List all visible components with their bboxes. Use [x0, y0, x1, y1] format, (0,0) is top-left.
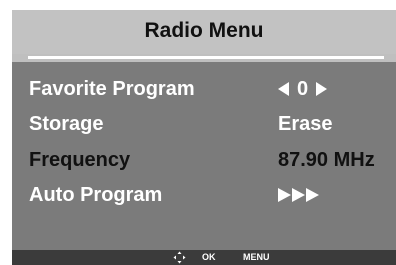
menu-hint-label: MENU [243, 252, 270, 262]
triangle-left-icon[interactable] [278, 82, 289, 96]
footer-hints: OK MENU [12, 250, 396, 265]
title-bar: Radio Menu [12, 10, 396, 54]
menu-row-auto-program[interactable]: Auto Program [12, 180, 396, 210]
dpad-arrows-icon [173, 251, 186, 264]
triangle-right-icon [278, 188, 291, 202]
triple-triangle-right-icon[interactable] [278, 180, 319, 210]
title-divider [28, 56, 384, 59]
frequency-label: Frequency [29, 149, 131, 171]
radio-menu-osd: Radio Menu Favorite Program 0 Storage Er… [12, 10, 396, 265]
menu-row-favorite-program[interactable]: Favorite Program 0 [12, 74, 396, 104]
frequency-value: 87.90 MHz [278, 149, 375, 171]
ok-hint-label: OK [202, 252, 216, 262]
triangle-right-icon [306, 188, 319, 202]
storage-value: Erase [278, 113, 333, 135]
triangle-right-icon[interactable] [316, 82, 328, 96]
favorite-program-label: Favorite Program [29, 78, 195, 100]
footer-bar: OK MENU [12, 250, 396, 265]
menu-panel: Favorite Program 0 Storage Erase Frequen… [12, 62, 396, 250]
menu-row-frequency[interactable]: Frequency 87.90 MHz [12, 145, 396, 175]
favorite-program-number: 0 [297, 78, 309, 100]
favorite-program-value[interactable]: 0 [278, 74, 328, 104]
menu-title: Radio Menu [144, 19, 264, 42]
triangle-right-icon [292, 188, 305, 202]
auto-program-label: Auto Program [29, 184, 163, 206]
menu-row-storage[interactable]: Storage Erase [12, 109, 396, 139]
storage-label: Storage [29, 113, 104, 135]
